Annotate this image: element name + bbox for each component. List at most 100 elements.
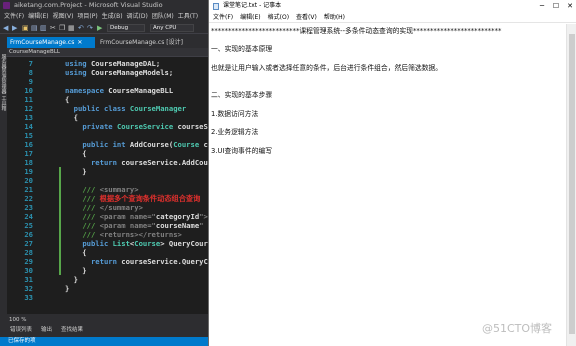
vs-menu-build[interactable]: 生成(B) (102, 13, 123, 20)
notepad-line: 也就是让用户输入或者选择任意的条件，后台进行条件组合，然后筛选数据。 (211, 63, 443, 72)
zoom-level[interactable]: 100 % (7, 316, 208, 324)
code-token: courseS (177, 122, 208, 131)
paste-icon[interactable]: ▦ (68, 24, 75, 32)
close-tab-icon[interactable]: ✕ (77, 39, 82, 46)
open-file-icon[interactable]: ▣ (22, 24, 29, 32)
line-number: 32 (24, 284, 33, 293)
vs-menu-file[interactable]: 文件(F) (4, 13, 24, 20)
vs-menu-tools[interactable]: 工具(T) (178, 13, 198, 20)
code-text: return courseService.AddCou (65, 158, 208, 167)
line-number: 23 (24, 203, 33, 212)
line-number: 29 (24, 257, 33, 266)
code-line[interactable]: 30 } (7, 266, 208, 275)
start-debug-icon[interactable]: ▶ (97, 24, 102, 32)
save-all-icon[interactable]: ▥ (40, 24, 47, 32)
code-line[interactable]: 7 using CourseManageDAL; (7, 59, 208, 68)
code-line[interactable]: 28 { (7, 248, 208, 257)
line-number: 7 (28, 59, 33, 68)
notepad-line: 1.数据访问方法 (211, 109, 259, 118)
notepad-menu-view[interactable]: 查看(V) (296, 14, 317, 21)
notepad-text-area[interactable]: **************************课程管理系统--多条件动态查… (209, 24, 566, 346)
copy-icon[interactable]: ❐ (59, 24, 65, 32)
code-editor[interactable]: 7 using CourseManageDAL; 8 using CourseMana… (7, 57, 208, 314)
vs-menu-edit[interactable]: 编辑(E) (28, 13, 48, 20)
undo-icon[interactable]: ↶ (78, 24, 84, 32)
vertical-scrollbar[interactable] (566, 24, 576, 346)
line-number: 22 (24, 194, 33, 203)
code-line[interactable]: 16 public int AddCourse(Course co (7, 140, 208, 149)
tab-frmcoursemanage-designer[interactable]: FrmCourseManage.cs [设计] (97, 37, 208, 48)
code-token: AddCourse( (129, 140, 174, 149)
back-icon[interactable]: ◀ (3, 24, 8, 32)
code-token: namespace (65, 86, 109, 95)
change-marker (59, 176, 61, 185)
redo-icon[interactable]: ↷ (87, 24, 93, 32)
code-line[interactable]: 21 /// <summary> (7, 185, 208, 194)
scrollbar-thumb[interactable] (569, 34, 575, 334)
class-dropdown-label[interactable]: CourseManageBLL (9, 49, 60, 55)
code-line[interactable]: 14 private CourseService courseS (7, 122, 208, 131)
code-line[interactable]: 22 /// 根据多个查询条件动态组合查询 (7, 194, 208, 203)
notepad-menu-edit[interactable]: 编辑(E) (240, 14, 260, 21)
notepad-line: **************************课程管理系统--多条件动态查… (211, 27, 502, 35)
solution-configuration-select[interactable]: Debug (107, 24, 145, 32)
code-token: 根据多个查询条件动态组合查询 (99, 194, 201, 203)
code-line[interactable]: 29 return courseService.QueryC (7, 257, 208, 266)
code-token: /// (82, 185, 100, 194)
tab-output[interactable]: 输出 (41, 327, 52, 333)
tab-frmcoursemanage-cs[interactable]: FrmCourseManage.cs ✕ (7, 37, 95, 48)
code-line[interactable]: 8 using CourseManageModels; (7, 68, 208, 77)
notepad-menu-format[interactable]: 格式(O) (268, 14, 289, 21)
tab-find-results[interactable]: 查找结果 (61, 327, 83, 333)
maximize-icon[interactable]: ☐ (549, 0, 563, 12)
vs-menu-project[interactable]: 项目(P) (77, 13, 97, 20)
code-line[interactable]: 10 namespace CourseManageBLL (7, 86, 208, 95)
minimize-icon[interactable]: ─ (535, 0, 549, 12)
vs-menu-debug[interactable]: 调试(D) (127, 13, 148, 20)
code-line[interactable]: 33 (7, 293, 208, 302)
notepad-line: 3.UI查询事件的编写 (211, 146, 273, 155)
tab-error-list[interactable]: 错误列表 (10, 327, 32, 333)
notepad-menu-help[interactable]: 帮助(H) (324, 14, 345, 21)
left-tool-strip[interactable]: 服务器资源管理器 工具箱 (0, 48, 7, 318)
line-number: 28 (24, 248, 33, 257)
code-line[interactable]: 15 (7, 131, 208, 140)
code-line[interactable]: 25 /// <param name="courseName" (7, 221, 208, 230)
line-number: 18 (24, 158, 33, 167)
code-line[interactable]: 27 public List<Course> QueryCours (7, 239, 208, 248)
code-line[interactable]: 19 } (7, 167, 208, 176)
code-line[interactable]: 13 { (7, 113, 208, 122)
code-line[interactable]: 9 (7, 77, 208, 86)
forward-icon[interactable]: ▶ (12, 24, 17, 32)
code-line[interactable]: 31 } (7, 275, 208, 284)
save-icon[interactable]: ▤ (31, 24, 38, 32)
code-line[interactable]: 20 (7, 176, 208, 185)
code-line[interactable]: 11 { (7, 95, 208, 104)
code-token: /// (82, 203, 100, 212)
code-line[interactable]: 26 /// <returns></returns> (7, 230, 208, 239)
vs-menu-team[interactable]: 团队(M) (152, 13, 174, 20)
code-token: <summary> (99, 185, 139, 194)
code-line[interactable]: 12 public class CourseManager (7, 104, 208, 113)
change-marker (59, 167, 61, 176)
code-token: courseService.QueryC (121, 257, 208, 266)
solution-platform-select[interactable]: Any CPU (150, 24, 194, 32)
notepad-window: 课堂笔记.txt - 记事本 ─ ☐ ✕ 文件(F) 编辑(E) 格式(O) 查看(V… (208, 0, 576, 346)
code-token: { (65, 248, 87, 257)
type-navigation-bar[interactable]: CourseManageBLL (7, 48, 208, 57)
vs-menu-view[interactable]: 视图(V) (53, 13, 74, 20)
code-line[interactable]: 18 return courseService.AddCou (7, 158, 208, 167)
cut-icon[interactable]: ✂ (50, 24, 56, 32)
notepad-menu-file[interactable]: 文件(F) (213, 14, 233, 21)
code-line[interactable]: 32} (7, 284, 208, 293)
code-token: } (65, 266, 87, 275)
server-explorer-toolbox-label[interactable]: 服务器资源管理器 工具箱 (1, 54, 7, 111)
code-line[interactable]: 17 { (7, 149, 208, 158)
code-line[interactable]: 24 /// <param name="categoryId"> (7, 212, 208, 221)
close-icon[interactable]: ✕ (563, 0, 576, 12)
code-line[interactable]: 23 /// </summary> (7, 203, 208, 212)
